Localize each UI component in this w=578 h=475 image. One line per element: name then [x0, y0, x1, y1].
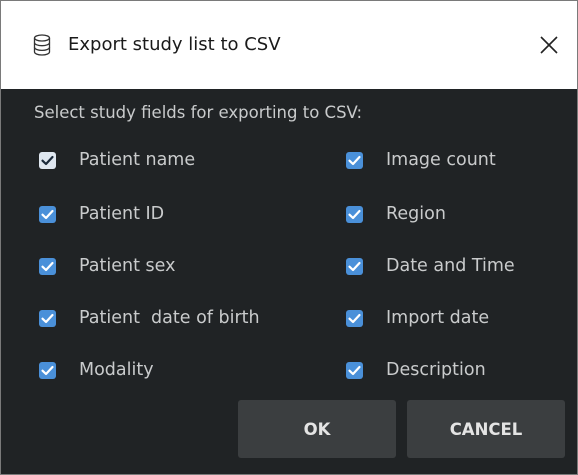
window-title: Export study list to CSV — [68, 34, 281, 55]
checkbox-patient-dob[interactable]: Patient date of birth — [39, 305, 260, 331]
checkbox-label: Region — [386, 204, 446, 224]
checkbox-label: Patient sex — [79, 256, 176, 276]
checkbox-label: Modality — [79, 360, 154, 380]
checkbox-patient-sex[interactable]: Patient sex — [39, 253, 175, 279]
database-icon — [32, 34, 52, 56]
checkbox-label: Patient date of birth — [79, 308, 260, 328]
checkbox-label: Image count — [386, 150, 496, 170]
checkbox-patient-name[interactable]: Patient name — [39, 147, 195, 173]
close-icon[interactable] — [534, 30, 564, 60]
checkbox-checked-icon[interactable] — [39, 257, 56, 275]
checkbox-import-date[interactable]: Import date — [346, 305, 489, 331]
checkbox-image-count[interactable]: Image count — [346, 147, 496, 173]
checkbox-checked-icon[interactable] — [39, 361, 56, 379]
checkbox-checked-icon[interactable] — [346, 205, 363, 223]
checkbox-checked-icon[interactable] — [346, 151, 363, 169]
checkbox-label: Date and Time — [386, 256, 515, 276]
checkbox-checked-icon[interactable] — [346, 257, 363, 275]
checkbox-label: Import date — [386, 308, 490, 328]
checkbox-label: Patient ID — [79, 204, 165, 224]
dialog-content: Select study fields for exporting to CSV… — [1, 89, 577, 474]
checkbox-region[interactable]: Region — [346, 201, 446, 227]
checkbox-description[interactable]: Description — [346, 357, 486, 383]
checkbox-checked-icon[interactable] — [346, 309, 363, 327]
checkbox-checked-icon[interactable] — [39, 309, 56, 327]
checkbox-label: Description — [386, 360, 486, 380]
checkbox-label: Patient name — [79, 150, 196, 170]
export-dialog: Export study list to CSV Select study fi… — [0, 0, 578, 475]
cancel-button[interactable]: CANCEL — [407, 400, 565, 458]
checkbox-date-and-time[interactable]: Date and Time — [346, 253, 515, 279]
ok-button[interactable]: OK — [238, 400, 396, 458]
checkbox-checked-icon[interactable] — [39, 205, 56, 223]
checkbox-patient-id[interactable]: Patient ID — [39, 201, 164, 227]
checkbox-modality[interactable]: Modality — [39, 357, 154, 383]
checkbox-checked-icon[interactable] — [39, 151, 56, 169]
instruction-text: Select study fields for exporting to CSV… — [34, 103, 363, 122]
checkbox-checked-icon[interactable] — [346, 361, 363, 379]
title-bar: Export study list to CSV — [1, 1, 577, 89]
